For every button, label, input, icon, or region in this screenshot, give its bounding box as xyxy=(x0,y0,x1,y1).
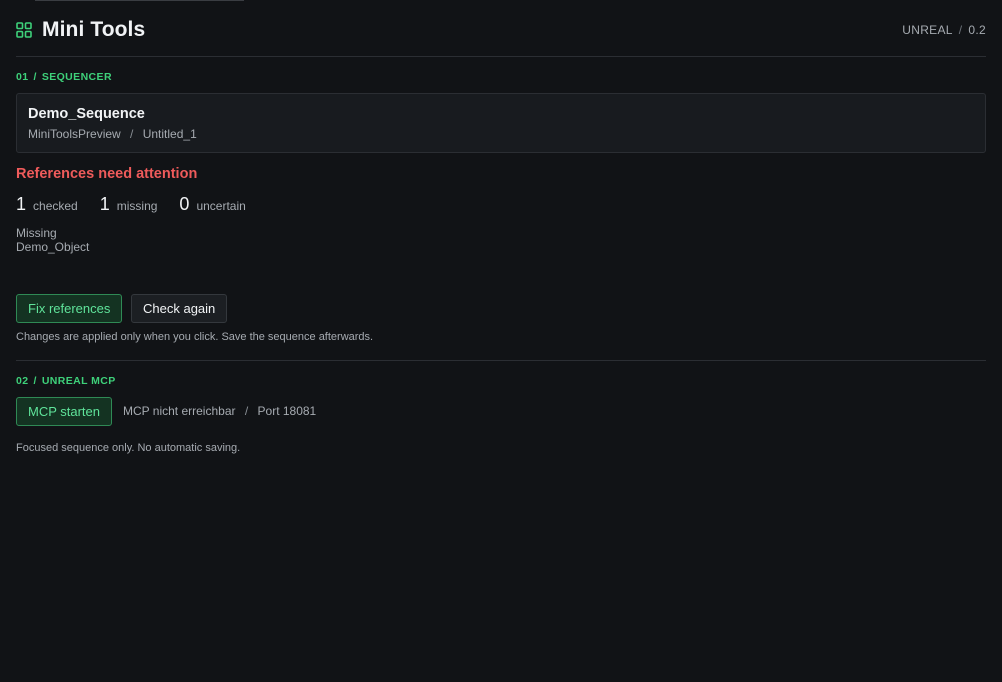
stat-uncertain: 0 uncertain xyxy=(179,194,246,214)
engine-label: UNREAL xyxy=(902,22,953,37)
list-item: Demo_Object xyxy=(16,240,90,254)
check-again-button[interactable]: Check again xyxy=(131,294,228,323)
mini-tools-panel: Mini Tools UNREAL/0.2 01/SEQUENCER Demo_… xyxy=(0,0,1002,682)
brand: Mini Tools xyxy=(16,15,145,42)
fix-references-button[interactable]: Fix references xyxy=(16,294,123,323)
reference-stats: 1 checked 1 missing 0 uncertain xyxy=(16,194,268,215)
grid-icon xyxy=(16,21,32,38)
section-label-mcp: 02/UNREAL MCP xyxy=(16,375,116,387)
mcp-status: MCP nicht erreichbar / Port 18081 xyxy=(123,404,317,418)
stat-checked: 1 checked xyxy=(16,194,78,214)
missing-heading: Missing xyxy=(16,226,57,240)
sequence-name: Demo_Sequence xyxy=(28,106,145,122)
sequence-path: MiniToolsPreview / Untitled_1 xyxy=(28,127,197,141)
sequence-card: Demo_Sequence MiniToolsPreview / Untitle… xyxy=(16,93,986,153)
footer-note: Focused sequence only. No automatic savi… xyxy=(16,442,241,454)
missing-list: Missing Demo_Object xyxy=(16,226,89,254)
version-info: UNREAL/0.2 xyxy=(902,22,986,37)
section-divider xyxy=(16,360,986,361)
version-number: 0.2 xyxy=(968,22,986,37)
apply-note: Changes are applied only when you click.… xyxy=(16,331,374,343)
header: Mini Tools UNREAL/0.2 xyxy=(16,0,986,57)
section-label-sequencer: 01/SEQUENCER xyxy=(16,71,112,83)
stat-missing: 1 missing xyxy=(99,194,158,214)
alert-title: References need attention xyxy=(16,166,198,182)
app-title: Mini Tools xyxy=(42,17,146,41)
mcp-start-button[interactable]: MCP starten xyxy=(16,397,113,426)
